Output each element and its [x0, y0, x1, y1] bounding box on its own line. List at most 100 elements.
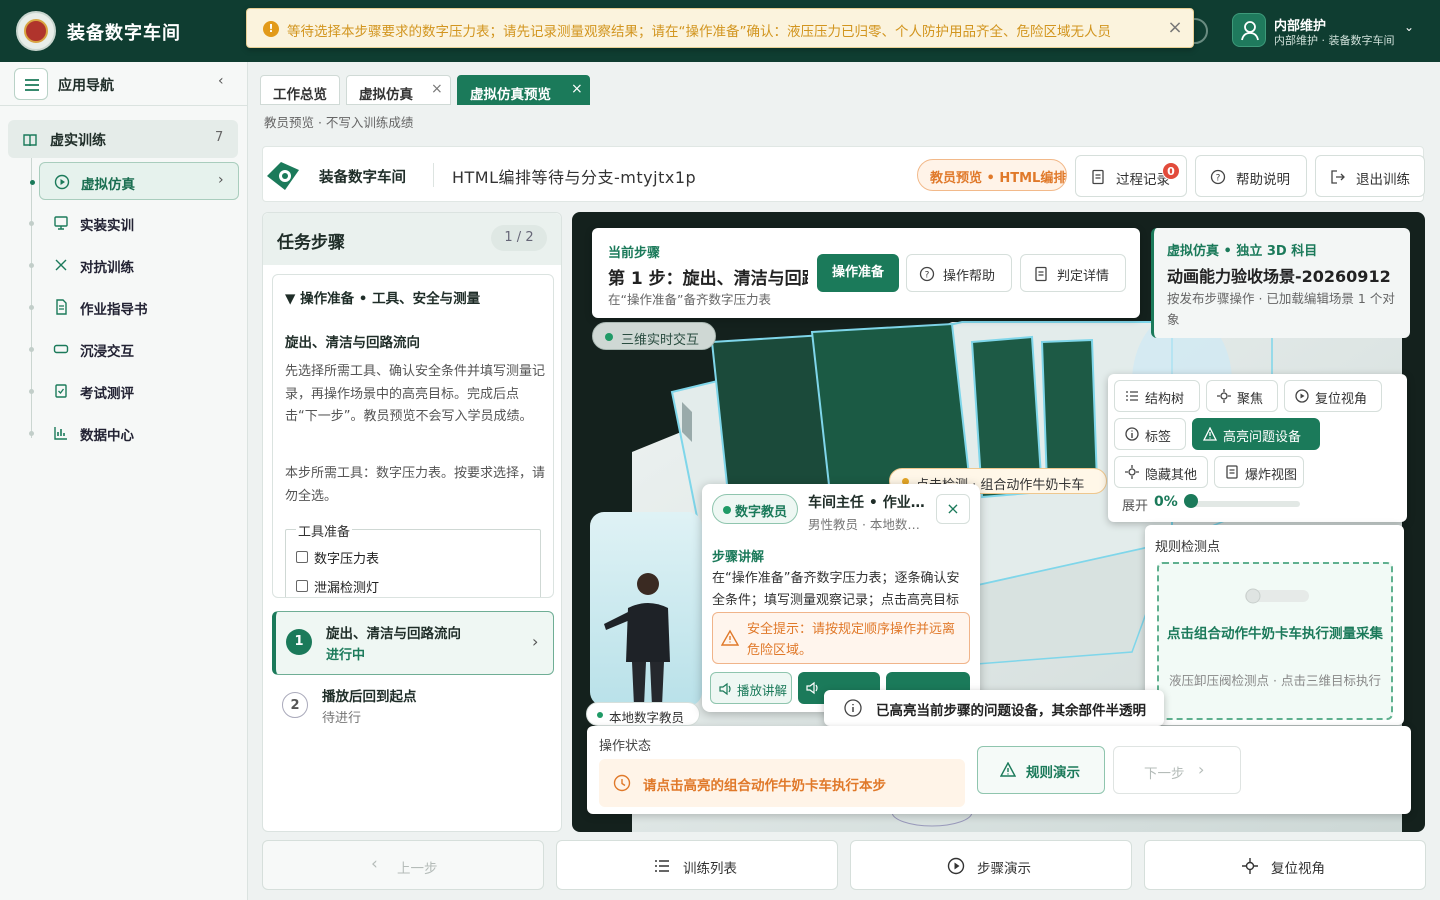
- rule-demo-label: 规则演示: [1026, 765, 1080, 781]
- previous-step-button[interactable]: ‹ 上一步: [262, 840, 544, 890]
- operation-status-message: 请点击高亮的组合动作牛奶卡车执行本步: [599, 759, 965, 807]
- play-explanation-button[interactable]: 播放讲解: [710, 672, 792, 704]
- sidebar-item-label: 作业指导书: [80, 302, 148, 318]
- step-item-2[interactable]: 2 播放后回到起点 待进行: [272, 675, 554, 733]
- chevron-left-icon: ‹: [371, 854, 378, 874]
- info-icon: [1125, 427, 1139, 441]
- safety-tip-text: 安全提示：请按规定顺序操作并远离危险区域。: [747, 622, 956, 658]
- scene-title: HTML编排等待与分支-mtyjtx1p: [452, 168, 697, 187]
- reset-view-footer-button[interactable]: 复位视角: [1144, 840, 1426, 890]
- step-item-1[interactable]: 1 旋出、清洁与回路流向 进行中 ›: [272, 611, 554, 675]
- tab-overview[interactable]: 工作总览: [260, 75, 340, 105]
- chevron-right-icon: ›: [532, 632, 539, 651]
- next-step-label: 下一步: [1144, 766, 1185, 782]
- digital-instructor-badge-label: 数字教员: [735, 505, 788, 520]
- sidebar: 应用导航 ‹ 虚实训练 7 虚拟仿真 › 实装实训 对抗训练 作业指导书 沉浸交…: [0, 62, 248, 900]
- tool-prep-fieldset: 工具准备 数字压力表 泄漏检测灯: [285, 521, 541, 597]
- tab-label: 虚拟仿真: [359, 87, 413, 103]
- focus-icon: [1125, 465, 1139, 479]
- structure-tree-button[interactable]: 结构树: [1114, 380, 1200, 412]
- logout-icon: [1331, 170, 1345, 184]
- play-circle-icon: [1295, 389, 1309, 403]
- rule-checkpoint-card: 规则检测点 点击组合动作牛奶卡车执行测量采集 液压卸压阀检测点 · 点击三维目标…: [1145, 525, 1404, 725]
- play-explanation-label: 播放讲解: [737, 683, 788, 698]
- tab-virtual-sim[interactable]: 虚拟仿真 ×: [346, 75, 451, 105]
- help-button[interactable]: ? 帮助说明: [1195, 155, 1307, 197]
- close-icon[interactable]: ×: [936, 494, 970, 524]
- sidebar-item-equipment[interactable]: 实装实训: [29, 204, 239, 242]
- sidebar-item-adversarial[interactable]: 对抗训练: [29, 246, 239, 284]
- warning-triangle-icon: [1203, 427, 1217, 441]
- training-list-button[interactable]: 训练列表: [556, 840, 838, 890]
- step-demo-button[interactable]: 步骤演示: [850, 840, 1132, 890]
- sidebar-item-guide[interactable]: 作业指导书: [29, 288, 239, 326]
- step-title: 旋出、清洁与回路流向: [326, 626, 461, 642]
- step-number: 2: [282, 692, 308, 718]
- tab-virtual-sim-preview[interactable]: 虚拟仿真预览 ×: [457, 75, 590, 105]
- highlight-issue-button[interactable]: 高亮问题设备: [1192, 418, 1320, 450]
- focus-label: 聚焦: [1237, 392, 1264, 407]
- close-icon[interactable]: ×: [571, 81, 583, 97]
- expand-slider[interactable]: [1188, 501, 1300, 507]
- current-step-label: 当前步骤: [608, 246, 661, 261]
- operation-prep-button[interactable]: 操作准备: [817, 254, 899, 292]
- hide-others-button[interactable]: 隐藏其他: [1114, 456, 1208, 488]
- step-counter: 1 / 2: [491, 225, 547, 251]
- valve-icon: [1245, 588, 1309, 604]
- chart-icon: [54, 427, 67, 440]
- sidebar-group-training[interactable]: 虚实训练 7: [8, 120, 238, 158]
- chevron-down-icon[interactable]: ⌄: [1404, 20, 1414, 34]
- label-button[interactable]: 标签: [1114, 418, 1186, 450]
- sidebar-item-immersive[interactable]: 沉浸交互: [29, 330, 239, 368]
- document-icon: [1035, 266, 1047, 282]
- speaker-icon: [806, 681, 818, 695]
- operation-help-button[interactable]: ? 操作帮助: [906, 254, 1012, 292]
- focus-icon: [1217, 389, 1231, 403]
- avatar[interactable]: [1232, 13, 1266, 47]
- sidebar-item-data[interactable]: 数据中心: [29, 414, 239, 452]
- training-list-label: 训练列表: [683, 861, 737, 877]
- digital-instructor-video: [590, 512, 702, 706]
- checkbox-leak-lamp[interactable]: [296, 580, 308, 592]
- reset-view-footer-label: 复位视角: [1271, 861, 1325, 877]
- judgement-detail-label: 判定详情: [1057, 269, 1110, 284]
- operation-help-label: 操作帮助: [943, 269, 996, 284]
- current-step-title: 第 1 步：旋出、清洁与回路流向: [608, 269, 808, 289]
- scene-name: 动画能力验收场景-20260912: [1167, 267, 1391, 286]
- sidebar-header: 应用导航 ‹: [0, 62, 248, 106]
- task-panel-header: 任务步骤 1 / 2: [263, 213, 561, 265]
- focus-button[interactable]: 聚焦: [1206, 380, 1278, 412]
- sidebar-item-virtual-sim[interactable]: 虚拟仿真 ›: [30, 162, 239, 200]
- expand-slider-handle[interactable]: [1184, 494, 1198, 508]
- section-toggle[interactable]: ▼ 操作准备 • 工具、安全与测量: [285, 287, 480, 307]
- close-icon[interactable]: ×: [1164, 17, 1186, 39]
- exit-training-button[interactable]: 退出训练: [1315, 155, 1425, 197]
- exploded-view-button[interactable]: 爆炸视图: [1214, 456, 1304, 488]
- previous-step-label: 上一步: [397, 861, 438, 877]
- process-record-button[interactable]: 过程记录 0: [1075, 155, 1187, 197]
- operation-status-label: 操作状态: [599, 739, 652, 754]
- realtime-3d-chip: 三维实时交互: [592, 322, 716, 350]
- collapse-icon[interactable]: ‹: [218, 73, 224, 89]
- help-icon: ?: [919, 266, 935, 282]
- step-subtitle: 旋出、清洁与回路流向: [285, 335, 420, 351]
- structure-tree-label: 结构树: [1145, 392, 1185, 407]
- menu-button[interactable]: [14, 68, 48, 100]
- next-step-button[interactable]: 下一步 ›: [1113, 746, 1241, 794]
- rule-demo-button[interactable]: 规则演示: [977, 746, 1105, 794]
- clock-icon: [613, 774, 631, 792]
- warning-triangle-icon: [721, 629, 739, 646]
- list-icon: [1126, 391, 1138, 401]
- rule-checkpoint-target[interactable]: 点击组合动作牛奶卡车执行测量采集 液压卸压阀检测点 · 点击三维目标执行: [1157, 562, 1393, 720]
- judgement-detail-button[interactable]: 判定详情: [1020, 254, 1126, 292]
- divider: [433, 163, 434, 187]
- rule-checkpoint-desc: 液压卸压阀检测点 · 点击三维目标执行: [1169, 673, 1381, 688]
- chevron-right-icon: ›: [1198, 760, 1205, 779]
- sidebar-item-exam[interactable]: 考试测评: [29, 372, 239, 410]
- reset-view-button[interactable]: 复位视角: [1284, 380, 1382, 412]
- close-icon[interactable]: ×: [431, 81, 443, 97]
- exam-icon: [55, 384, 67, 398]
- checkbox-pressure-gauge[interactable]: [296, 551, 308, 563]
- 3d-viewport[interactable]: 当前步骤 第 1 步：旋出、清洁与回路流向 在“操作准备”备齐数字压力表 操作准…: [572, 212, 1425, 832]
- toast-message: 等待选择本步骤要求的数字压力表；请先记录测量观察结果；请在“操作准备”确认：液压…: [287, 24, 1111, 40]
